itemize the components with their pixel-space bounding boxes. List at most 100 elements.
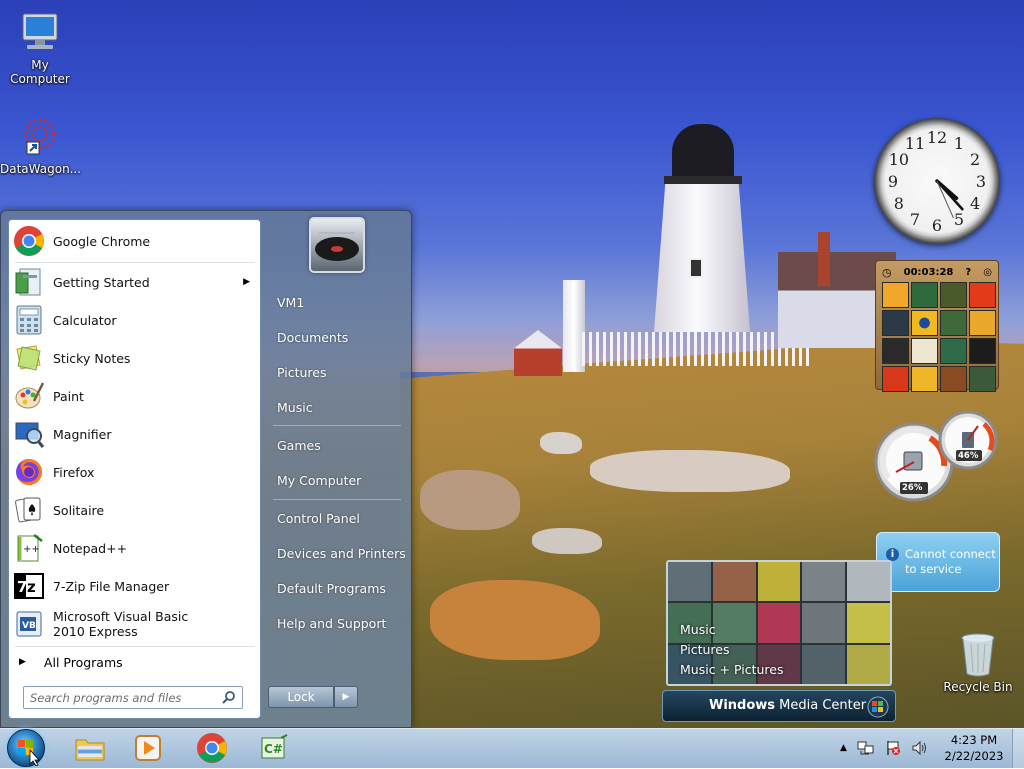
start-button[interactable] (7, 729, 45, 767)
program-item-sticky-notes[interactable]: Sticky Notes (9, 339, 260, 377)
clock-numeral: 6 (932, 216, 942, 235)
program-item-notepadpp[interactable]: ++ Notepad++ (9, 529, 260, 567)
puzzle-tile[interactable] (969, 366, 996, 392)
svg-text:++: ++ (23, 544, 40, 555)
program-item-visual-basic[interactable]: VB Microsoft Visual Basic 2010 Express (9, 605, 260, 643)
media-center-menu-item[interactable]: Pictures (680, 640, 784, 660)
program-item-getting-started[interactable]: Getting Started ▶ (9, 263, 260, 301)
wallpaper-lighthouse-lantern (672, 124, 734, 184)
puzzle-tile[interactable] (940, 338, 967, 364)
program-label: Getting Started (53, 274, 150, 290)
clock-numeral: 9 (888, 172, 898, 191)
program-item-magnifier[interactable]: Magnifier (9, 415, 260, 453)
search-input[interactable]: Search programs and files (23, 686, 243, 709)
program-item-paint[interactable]: Paint (9, 377, 260, 415)
puzzle-tile[interactable] (911, 282, 938, 308)
separator (273, 499, 401, 500)
shutdown-options-button[interactable]: ▶ (334, 686, 358, 708)
desktop-icon-label: My Computer (10, 58, 70, 86)
start-link-documents[interactable]: Documents (269, 322, 407, 352)
media-tile (802, 562, 846, 602)
clock-numeral: 3 (976, 172, 986, 191)
puzzle-tile[interactable] (969, 282, 996, 308)
start-link-games[interactable]: Games (269, 430, 407, 460)
visual-basic-icon: VB (13, 608, 45, 640)
desktop-icon-recycle-bin[interactable]: Recycle Bin (936, 630, 1020, 694)
start-link-devices-printers[interactable]: Devices and Printers (269, 538, 407, 568)
program-item-google-chrome[interactable]: Google Chrome (9, 222, 260, 260)
svg-text:z: z (27, 578, 36, 596)
program-label: Firefox (53, 464, 95, 480)
program-item-firefox[interactable]: Firefox (9, 453, 260, 491)
user-picture[interactable] (309, 217, 365, 273)
start-link-label: Default Programs (277, 580, 386, 596)
start-link-music[interactable]: Music (269, 392, 407, 422)
start-link-default-programs[interactable]: Default Programs (269, 573, 407, 603)
show-desktop-button[interactable] (1012, 729, 1024, 768)
media-tile (847, 603, 890, 643)
puzzle-tile[interactable] (911, 338, 938, 364)
start-link-help-support[interactable]: Help and Support (269, 608, 407, 638)
start-link-user[interactable]: VM1 (269, 287, 407, 317)
program-item-solitaire[interactable]: Solitaire (9, 491, 260, 529)
puzzle-tile[interactable] (969, 338, 996, 364)
puzzle-tile[interactable] (940, 366, 967, 392)
submenu-arrow-icon: ▶ (243, 277, 250, 287)
puzzle-tile[interactable] (882, 282, 909, 308)
program-item-7zip[interactable]: 7z 7-Zip File Manager (9, 567, 260, 605)
puzzle-tile[interactable] (911, 366, 938, 392)
program-label: Solitaire (53, 502, 105, 518)
cpu-meter-gadget[interactable]: 26% 46% (874, 410, 1000, 502)
taskbar-clock[interactable]: 4:23 PM 2/22/2023 (944, 732, 1004, 764)
puzzle-tile[interactable] (940, 310, 967, 336)
clock-numeral: 4 (970, 194, 980, 213)
action-center-icon[interactable] (885, 740, 901, 756)
start-link-my-computer[interactable]: My Computer (269, 465, 407, 495)
network-icon[interactable] (857, 740, 875, 756)
desktop-icon-datawagon[interactable]: DataWagon... (0, 114, 82, 176)
puzzle-tile[interactable] (969, 310, 996, 336)
media-center-brand-bar[interactable]: Windows Media Center (662, 690, 896, 722)
all-programs-button[interactable]: ▶ All Programs (9, 649, 260, 675)
volume-icon[interactable] (911, 740, 929, 756)
desktop-icon-my-computer[interactable]: My Computer (0, 10, 80, 86)
puzzle-tile[interactable] (882, 366, 909, 392)
start-link-label: Help and Support (277, 615, 387, 631)
puzzle-clock-icon[interactable]: ◷ (882, 266, 892, 279)
puzzle-help-icon[interactable]: ? (965, 267, 971, 278)
program-item-calculator[interactable]: Calculator (9, 301, 260, 339)
desktop-icon-label: DataWagon... (0, 162, 82, 176)
taskbar-csharp-button[interactable]: C# (250, 731, 298, 765)
puzzle-tile[interactable] (882, 310, 909, 336)
start-link-control-panel[interactable]: Control Panel (269, 503, 407, 533)
picture-puzzle-gadget[interactable]: ◷ 00:03:28 ? ◎ (875, 260, 999, 392)
clock-numeral: 12 (927, 128, 947, 147)
7zip-icon: 7z (13, 570, 45, 602)
start-link-pictures[interactable]: Pictures (269, 357, 407, 387)
start-link-label: Pictures (277, 364, 327, 380)
taskbar-chrome-button[interactable] (188, 731, 236, 765)
puzzle-tile[interactable] (911, 310, 938, 336)
puzzle-solve-icon[interactable]: ◎ (983, 267, 992, 278)
paint-icon (13, 380, 45, 412)
media-tile (668, 562, 711, 602)
show-hidden-icons-button[interactable]: ▲ (840, 743, 847, 753)
media-center-menu-item[interactable]: Music + Pictures (680, 660, 784, 680)
lock-button[interactable]: Lock (268, 686, 334, 708)
taskbar-explorer-button[interactable] (66, 731, 114, 765)
media-center-gadget[interactable]: Music Pictures Music + Pictures Windows … (662, 556, 896, 724)
clock-gadget[interactable]: 1 2 3 4 5 6 7 8 9 10 11 12 (874, 118, 1000, 244)
svg-text:VB: VB (22, 621, 36, 631)
puzzle-tile[interactable] (940, 282, 967, 308)
media-center-menu-item[interactable]: Music (680, 620, 784, 640)
search-icon[interactable] (222, 690, 236, 704)
recycle-bin-icon (961, 633, 995, 677)
program-label: Sticky Notes (53, 350, 131, 366)
program-label: Calculator (53, 312, 117, 328)
wallpaper-rock (532, 528, 602, 554)
taskbar-media-player-button[interactable] (124, 731, 172, 765)
puzzle-timer: 00:03:28 (903, 266, 954, 278)
svg-text:7: 7 (17, 578, 27, 596)
program-label: Paint (53, 388, 84, 404)
puzzle-tile[interactable] (882, 338, 909, 364)
